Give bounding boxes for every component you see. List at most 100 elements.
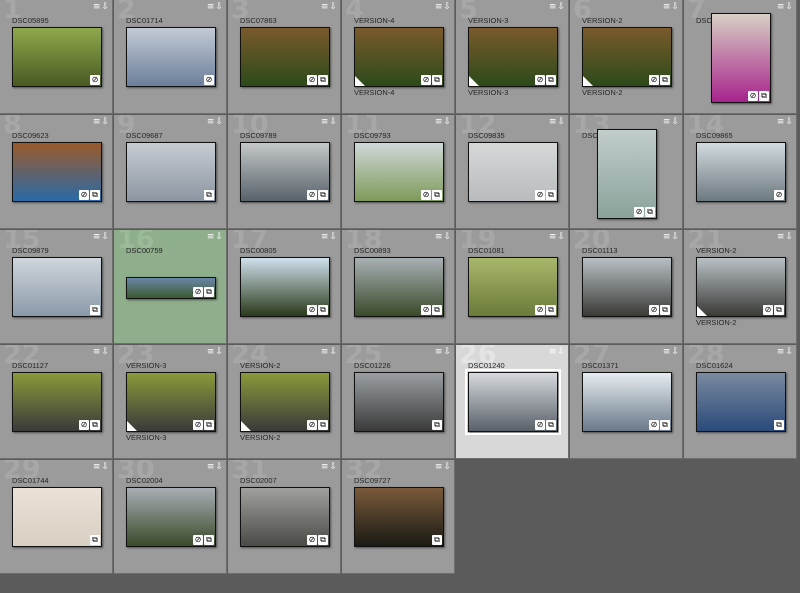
stack-icon[interactable]: ⧉	[759, 91, 769, 101]
photo-cell[interactable]: 27 DSC01371 ≡⇩ ⊘ ⧉	[570, 345, 683, 459]
photo-cell[interactable]: 17 DSC00805 ≡⇩ ⊘ ⧉	[228, 230, 341, 344]
photo-cell[interactable]: 19 DSC01081 ≡⇩ ⊘ ⧉	[456, 230, 569, 344]
stack-icon[interactable]: ⧉	[546, 190, 556, 200]
photo-thumbnail[interactable]: ⊘ ⧉	[240, 27, 330, 87]
photo-thumbnail[interactable]: ⊘ ⧉	[582, 372, 672, 432]
stack-icon[interactable]: ⧉	[204, 535, 214, 545]
keyword-tag-icon[interactable]: ⊘	[763, 305, 773, 315]
menu-badge-icon[interactable]: ≡⇩	[663, 2, 680, 12]
photo-thumbnail[interactable]: ⊘	[12, 27, 102, 87]
menu-badge-icon[interactable]: ≡⇩	[93, 2, 110, 12]
photo-cell[interactable]: 20 DSC01113 ≡⇩ ⊘ ⧉	[570, 230, 683, 344]
photo-cell[interactable]: 7DSC09582≡⇩⊘⧉	[684, 0, 797, 114]
stack-icon[interactable]: ⧉	[318, 190, 328, 200]
photo-cell[interactable]: 2 DSC01714 ≡⇩ ⊘	[114, 0, 227, 114]
photo-thumbnail[interactable]: ⊘ ⧉	[126, 487, 216, 547]
photo-thumbnail[interactable]: ⊘	[696, 142, 786, 202]
photo-cell[interactable]: 1 DSC05895 ≡⇩ ⊘	[0, 0, 113, 114]
keyword-tag-icon[interactable]: ⊘	[649, 305, 659, 315]
stack-icon[interactable]: ⧉	[90, 535, 100, 545]
photo-thumbnail[interactable]: ⧉	[354, 487, 444, 547]
stack-icon[interactable]: ⧉	[660, 305, 670, 315]
menu-badge-icon[interactable]: ≡⇩	[321, 462, 338, 472]
menu-badge-icon[interactable]: ≡⇩	[93, 232, 110, 242]
keyword-tag-icon[interactable]: ⊘	[634, 207, 644, 217]
stack-icon[interactable]: ⧉	[204, 287, 214, 297]
photo-thumbnail[interactable]: ⊘ ⧉	[465, 369, 561, 435]
stack-icon[interactable]: ⧉	[432, 75, 442, 85]
stack-icon[interactable]: ⧉	[90, 190, 100, 200]
keyword-tag-icon[interactable]: ⊘	[193, 420, 203, 430]
keyword-tag-icon[interactable]: ⊘	[748, 91, 758, 101]
stack-icon[interactable]: ⧉	[90, 420, 100, 430]
menu-badge-icon[interactable]: ≡⇩	[663, 347, 680, 357]
keyword-tag-icon[interactable]: ⊘	[535, 75, 545, 85]
photo-thumbnail[interactable]: ⧉	[12, 257, 102, 317]
photo-cell[interactable]: 5 VERSION-3 ≡⇩ ⊘ ⧉ VERSION-3	[456, 0, 569, 114]
menu-badge-icon[interactable]: ≡⇩	[435, 117, 452, 127]
photo-thumbnail[interactable]: ⊘ ⧉	[468, 257, 558, 317]
stack-icon[interactable]: ⧉	[432, 535, 442, 545]
photo-cell[interactable]: 18 DSC00893 ≡⇩ ⊘ ⧉	[342, 230, 455, 344]
photo-cell[interactable]: 10 DSC09789 ≡⇩ ⊘ ⧉	[228, 115, 341, 229]
photo-cell[interactable]: 24 VERSION-2 ≡⇩ ⊘ ⧉ VERSION-2	[228, 345, 341, 459]
menu-badge-icon[interactable]: ≡⇩	[93, 117, 110, 127]
photo-thumbnail[interactable]: ⧉	[354, 372, 444, 432]
menu-badge-icon[interactable]: ≡⇩	[93, 347, 110, 357]
stack-icon[interactable]: ⧉	[546, 75, 556, 85]
keyword-tag-icon[interactable]: ⊘	[307, 190, 317, 200]
stack-icon[interactable]: ⧉	[318, 305, 328, 315]
photo-thumbnail[interactable]: ⊘ ⧉	[582, 257, 672, 317]
stack-icon[interactable]: ⧉	[318, 75, 328, 85]
photo-thumbnail[interactable]: ⊘ ⧉	[354, 27, 444, 87]
stack-icon[interactable]: ⧉	[432, 190, 442, 200]
menu-badge-icon[interactable]: ≡⇩	[207, 2, 224, 12]
keyword-tag-icon[interactable]: ⊘	[307, 75, 317, 85]
stack-icon[interactable]: ⧉	[204, 420, 214, 430]
keyword-tag-icon[interactable]: ⊘	[307, 420, 317, 430]
stack-icon[interactable]: ⧉	[546, 305, 556, 315]
keyword-tag-icon[interactable]: ⊘	[774, 190, 784, 200]
keyword-tag-icon[interactable]: ⊘	[79, 190, 89, 200]
photo-thumbnail[interactable]: ⊘ ⧉	[696, 257, 786, 317]
menu-badge-icon[interactable]: ≡⇩	[777, 117, 794, 127]
keyword-tag-icon[interactable]: ⊘	[421, 305, 431, 315]
keyword-tag-icon[interactable]: ⊘	[535, 420, 545, 430]
photo-thumbnail[interactable]: ⊘ ⧉	[240, 142, 330, 202]
menu-badge-icon[interactable]: ≡⇩	[321, 117, 338, 127]
stack-icon[interactable]: ⧉	[774, 305, 784, 315]
menu-badge-icon[interactable]: ≡⇩	[321, 2, 338, 12]
photo-cell[interactable]: 12 DSC09835 ≡⇩ ⊘ ⧉	[456, 115, 569, 229]
menu-badge-icon[interactable]: ≡⇩	[321, 232, 338, 242]
photo-cell[interactable]: 14 DSC09865 ≡⇩ ⊘	[684, 115, 797, 229]
stack-icon[interactable]: ⧉	[645, 207, 655, 217]
stack-icon[interactable]: ⧉	[318, 420, 328, 430]
photo-cell[interactable]: 21 VERSION-2 ≡⇩ ⊘ ⧉ VERSION-2	[684, 230, 797, 344]
menu-badge-icon[interactable]: ≡⇩	[207, 347, 224, 357]
stack-icon[interactable]: ⧉	[318, 535, 328, 545]
keyword-tag-icon[interactable]: ⊘	[193, 287, 203, 297]
photo-cell[interactable]: 13DSC09859≡⇩⊘⧉	[570, 115, 683, 229]
keyword-tag-icon[interactable]: ⊘	[90, 75, 100, 85]
menu-badge-icon[interactable]: ≡⇩	[549, 347, 566, 357]
menu-badge-icon[interactable]: ≡⇩	[663, 117, 680, 127]
photo-thumbnail[interactable]: ⊘	[126, 27, 216, 87]
photo-cell[interactable]: 4 VERSION-4 ≡⇩ ⊘ ⧉ VERSION-4	[342, 0, 455, 114]
photo-thumbnail[interactable]: ⊘ ⧉	[240, 257, 330, 317]
photo-thumbnail[interactable]: ⊘ ⧉	[468, 142, 558, 202]
photo-cell[interactable]: 22 DSC01127 ≡⇩ ⊘ ⧉	[0, 345, 113, 459]
photo-cell[interactable]: 31 DSC02007 ≡⇩ ⊘ ⧉	[228, 460, 341, 574]
menu-badge-icon[interactable]: ≡⇩	[435, 462, 452, 472]
photo-cell[interactable]: 29 DSC01744 ≡⇩ ⧉	[0, 460, 113, 574]
photo-thumbnail[interactable]: ⊘ ⧉	[240, 372, 330, 432]
keyword-tag-icon[interactable]: ⊘	[649, 420, 659, 430]
photo-thumbnail[interactable]: ⊘ ⧉	[12, 372, 102, 432]
photo-cell[interactable]: 26 DSC01240 ≡⇩ ⊘ ⧉	[456, 345, 569, 459]
photo-cell[interactable]: 23 VERSION-3 ≡⇩ ⊘ ⧉ VERSION-3	[114, 345, 227, 459]
photo-thumbnail[interactable]: ⊘ ⧉	[12, 142, 102, 202]
keyword-tag-icon[interactable]: ⊘	[193, 535, 203, 545]
photo-thumbnail[interactable]: ⊘ ⧉	[582, 27, 672, 87]
photo-cell[interactable]: 9 DSC09687 ≡⇩ ⧉	[114, 115, 227, 229]
stack-icon[interactable]: ⧉	[204, 190, 214, 200]
menu-badge-icon[interactable]: ≡⇩	[777, 2, 794, 12]
